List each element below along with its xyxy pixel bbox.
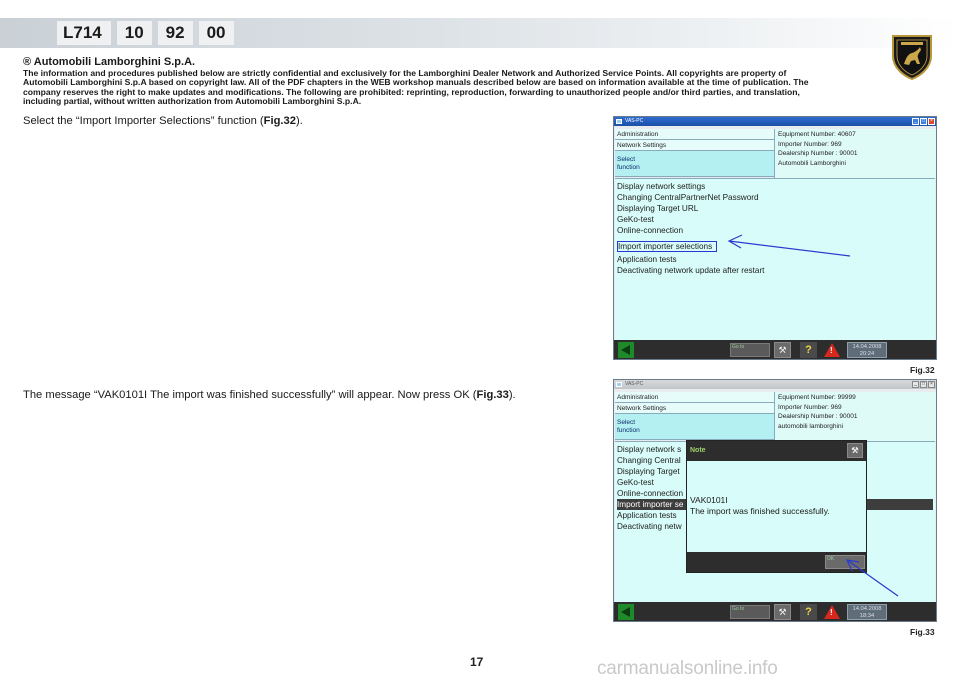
wrench-tool-icon[interactable]: ⚒ — [774, 604, 791, 620]
help-question-icon[interactable]: ? — [800, 604, 817, 620]
instruction-paragraph-2: The message “VAK0101I The import was fin… — [23, 389, 516, 401]
instruction-text-1-end: ). — [295, 115, 303, 127]
fig-reference-32: Fig.32 — [263, 115, 296, 127]
time-text: 18:34 — [859, 613, 875, 619]
fig-reference-33: Fig.33 — [476, 389, 509, 401]
doc-code-part: 00 — [198, 21, 234, 45]
goto-button[interactable]: Go to — [730, 343, 770, 357]
back-arrow-icon[interactable] — [618, 342, 634, 358]
legal-text: The information and procedures published… — [23, 68, 809, 107]
help-question-icon[interactable]: ? — [800, 342, 817, 358]
fig32-pointer-arrow — [727, 234, 851, 257]
goto-button[interactable]: Go to — [730, 605, 770, 619]
fig33-pointer-arrow — [845, 559, 899, 597]
back-arrow-icon[interactable] — [618, 604, 634, 620]
fig33-screenshot: VAS-PC _ □ × Administration Network Sett… — [613, 379, 937, 622]
fig32-caption: Fig.32 — [910, 365, 935, 375]
date-text: 14.04.2008 — [852, 606, 882, 612]
fig33-bottom-bar: Go to ⚒ ? ! 14.04.2008 18:34 — [614, 602, 936, 621]
instruction-paragraph-1: Select the “Import Importer Selections” … — [23, 115, 303, 127]
date-text: 14.04.2008 — [852, 344, 882, 350]
instruction-text-2-end: ). — [508, 389, 516, 401]
doc-code-bar: L714 10 92 00 — [57, 21, 234, 45]
wrench-tool-icon[interactable]: ⚒ — [774, 342, 791, 358]
instruction-text-1: Select the “Import Importer Selections” … — [23, 115, 264, 127]
doc-code-subgroup: 92 — [157, 21, 193, 45]
time-text: 20:24 — [859, 351, 875, 357]
warning-triangle-icon[interactable]: ! — [824, 343, 840, 357]
watermark: carmanualsonline.info — [597, 658, 778, 679]
warning-triangle-icon[interactable]: ! — [824, 605, 840, 619]
fig32-screenshot: VAS-PC _ □ × Administration Network Sett… — [613, 116, 937, 360]
date-time-display: 14.04.2008 18:34 — [847, 604, 887, 620]
date-time-display: 14.04.2008 20:24 — [847, 342, 887, 358]
instruction-text-2: The message “VAK0101I The import was fin… — [23, 389, 477, 401]
page-number: 17 — [470, 655, 484, 669]
fig33-caption: Fig.33 — [910, 627, 935, 637]
doc-code-model: L714 — [57, 21, 111, 45]
legal-notice: ® Automobili Lamborghini S.p.A. The info… — [23, 56, 831, 107]
doc-code-group: 10 — [116, 21, 152, 45]
fig32-bottom-bar: Go to ⚒ ? ! 14.04.2008 20:24 — [614, 340, 936, 359]
lamborghini-logo-icon — [892, 35, 932, 80]
